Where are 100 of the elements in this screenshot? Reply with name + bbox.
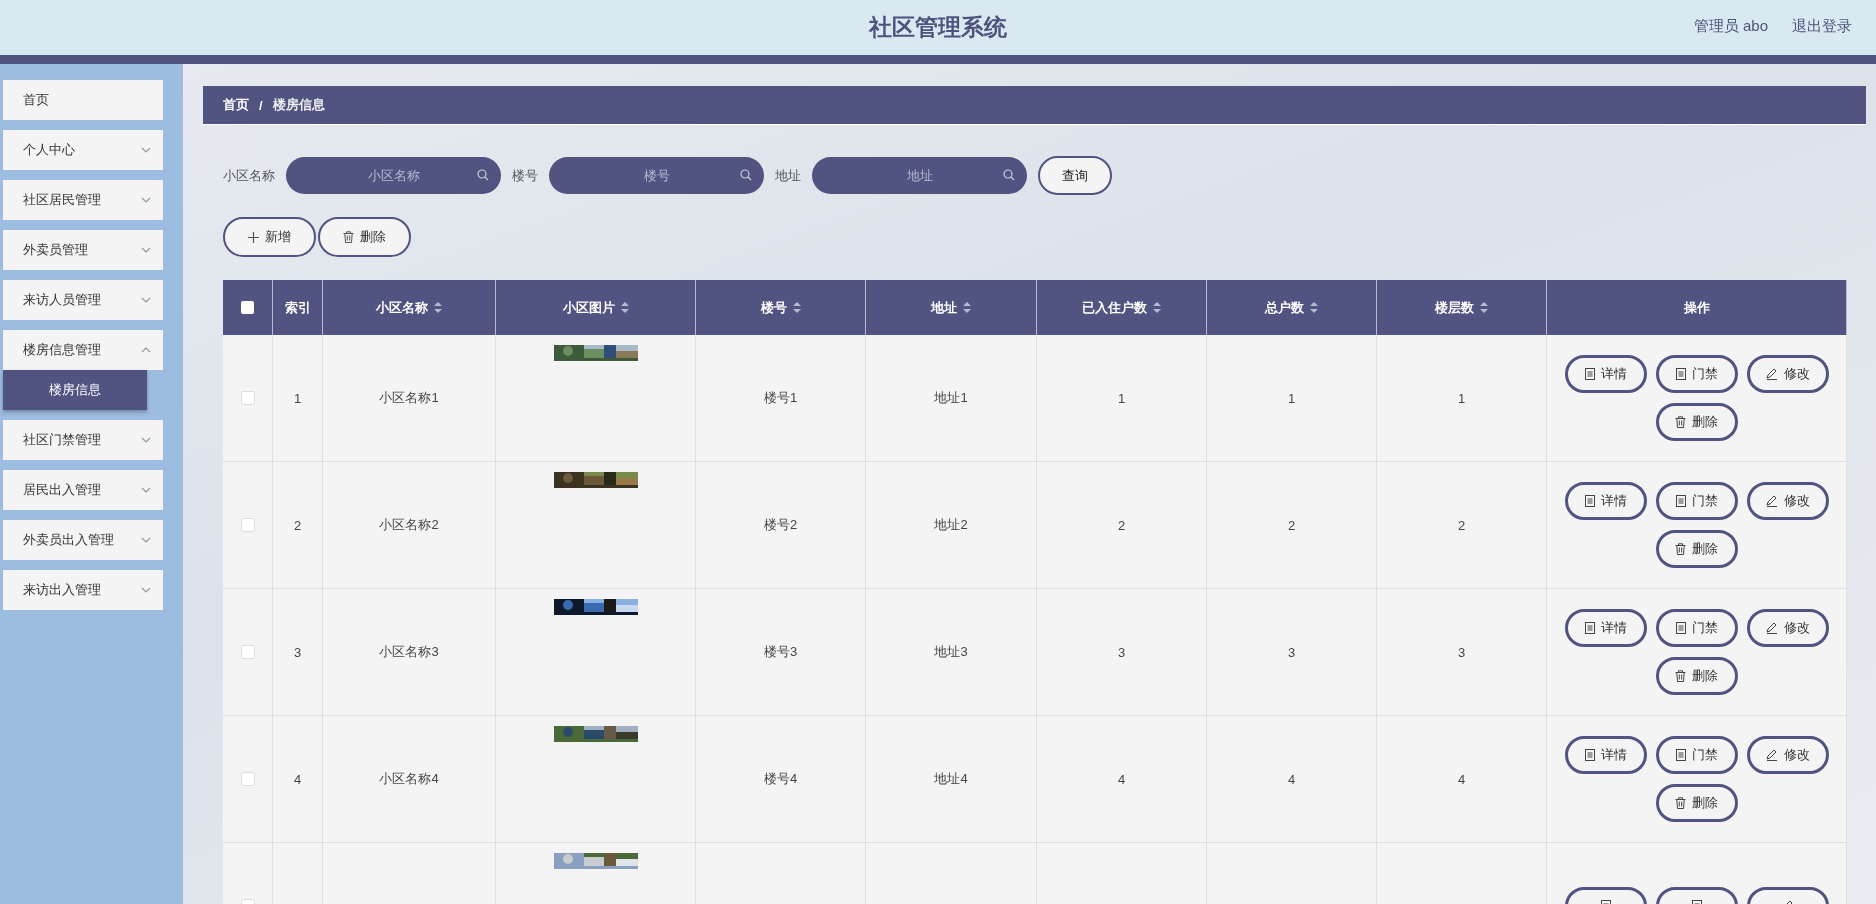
document-button[interactable]: 详情 xyxy=(1564,609,1647,647)
document-button[interactable]: 详情 xyxy=(1564,482,1647,520)
table-cell: 1 xyxy=(1377,335,1547,462)
sort-icon[interactable] xyxy=(792,302,801,313)
table-cell: 3 xyxy=(1207,589,1377,716)
sort-icon[interactable] xyxy=(963,302,971,313)
trash-icon xyxy=(1675,670,1686,682)
table-cell: 地址2 xyxy=(866,462,1037,589)
table-cell: 楼号4 xyxy=(696,716,866,843)
document-button[interactable]: 详情 xyxy=(1564,355,1647,393)
trash-icon xyxy=(1675,797,1686,809)
pencil-icon xyxy=(1765,368,1778,380)
table-cell: 2 xyxy=(273,462,323,589)
menu-item[interactable]: 外卖员管理 xyxy=(3,230,163,270)
chevron-icon xyxy=(141,347,151,353)
document-icon xyxy=(1584,622,1595,634)
document-icon xyxy=(1675,495,1686,507)
document-button[interactable]: 详情 xyxy=(1564,736,1647,774)
sort-icon[interactable] xyxy=(434,302,442,313)
breadcrumb-item[interactable]: 首页 xyxy=(223,96,249,114)
table-cell: 小区名称1 xyxy=(323,335,496,462)
table-cell: 小区名称2 xyxy=(323,462,496,589)
row-checkbox[interactable] xyxy=(240,645,255,659)
header-label: 操作 xyxy=(1683,298,1710,317)
edit-button[interactable]: 修改 xyxy=(1746,736,1829,774)
menu-item[interactable]: 来访人员管理 xyxy=(3,280,163,320)
add-button[interactable]: 新增 xyxy=(223,217,316,257)
search-field[interactable]: 地址 xyxy=(812,157,1027,194)
menu-item[interactable]: 外卖员出入管理 xyxy=(3,520,163,560)
search-field[interactable]: 小区名称 xyxy=(286,157,501,194)
chevron-icon xyxy=(141,537,151,543)
table-cell: 1 xyxy=(273,335,323,462)
submenu-item[interactable]: 楼房信息 xyxy=(3,370,147,410)
document-button[interactable]: 门禁 xyxy=(1655,609,1738,647)
delete-button[interactable]: 删除 xyxy=(1655,657,1738,695)
delete-button[interactable]: 删除 xyxy=(318,217,411,257)
chevron-icon xyxy=(141,437,151,443)
document-button[interactable]: 门禁 xyxy=(1655,355,1738,393)
field-label: 小区名称 xyxy=(223,166,275,185)
header-label: 已入住户数 xyxy=(1082,298,1147,317)
logout-link[interactable]: 退出登录 xyxy=(1792,17,1852,36)
header-label: 楼号 xyxy=(760,298,787,317)
header-label: 总户数 xyxy=(1265,298,1304,317)
pencil-icon xyxy=(1765,622,1778,634)
chevron-icon xyxy=(141,487,151,493)
trash-icon xyxy=(1675,543,1686,555)
table-cell: 3 xyxy=(1377,589,1547,716)
row-checkbox[interactable] xyxy=(240,391,255,405)
table-cell: 3 xyxy=(1037,589,1207,716)
row-checkbox[interactable] xyxy=(240,772,255,786)
table-cell: 1 xyxy=(1207,335,1377,462)
menu-item[interactable]: 楼房信息管理 xyxy=(3,330,163,370)
menu-item[interactable]: 个人中心 xyxy=(3,130,163,170)
document-icon xyxy=(1675,749,1686,761)
chevron-icon xyxy=(141,197,151,203)
user-label: 管理员 abo xyxy=(1693,17,1768,36)
table-cell: 楼号1 xyxy=(696,335,866,462)
menu-item[interactable]: 社区居民管理 xyxy=(3,180,163,220)
chevron-icon xyxy=(141,297,151,303)
edit-button[interactable]: 修改 xyxy=(1746,355,1829,393)
search-field[interactable]: 楼号 xyxy=(549,157,764,194)
sort-icon[interactable] xyxy=(1310,302,1318,313)
select-all-checkbox[interactable] xyxy=(241,301,254,314)
header-label: 小区名称 xyxy=(376,298,428,317)
query-button[interactable]: 查询 xyxy=(1038,156,1112,195)
table-cell: 4 xyxy=(1037,716,1207,843)
row-checkbox[interactable] xyxy=(240,518,255,532)
menu-item[interactable]: 来访出入管理 xyxy=(3,570,163,610)
menu-item[interactable]: 社区门禁管理 xyxy=(3,420,163,460)
edit-button[interactable]: 修改 xyxy=(1746,482,1829,520)
header-label: 小区图片 xyxy=(562,298,615,317)
sort-icon[interactable] xyxy=(620,302,629,313)
table-cell: 2 xyxy=(1377,462,1547,589)
sort-icon[interactable] xyxy=(1153,302,1161,313)
delete-button[interactable]: 删除 xyxy=(1655,784,1738,822)
document-icon xyxy=(1675,622,1686,634)
table-cell: 3 xyxy=(273,589,323,716)
document-icon xyxy=(1584,749,1595,761)
search-icon xyxy=(477,169,489,181)
table-cell: 楼号3 xyxy=(696,589,866,716)
search-icon xyxy=(740,169,752,181)
menu-item[interactable]: 居民出入管理 xyxy=(3,470,163,510)
table-cell: 地址4 xyxy=(866,716,1037,843)
table-cell: 4 xyxy=(1377,716,1547,843)
delete-button[interactable]: 删除 xyxy=(1655,530,1738,568)
table-cell: 4 xyxy=(273,716,323,843)
menu-item[interactable]: 首页 xyxy=(3,80,163,120)
table-cell: 地址3 xyxy=(866,589,1037,716)
document-icon xyxy=(1675,368,1686,380)
document-icon xyxy=(1584,495,1595,507)
table-cell: 小区名称4 xyxy=(323,716,496,843)
document-button[interactable]: 门禁 xyxy=(1655,482,1738,520)
edit-button[interactable]: 修改 xyxy=(1746,609,1829,647)
field-label: 地址 xyxy=(775,166,801,185)
header-label: 地址 xyxy=(931,298,957,317)
document-button[interactable]: 门禁 xyxy=(1655,736,1738,774)
sort-icon[interactable] xyxy=(1480,302,1488,313)
chevron-icon xyxy=(141,147,151,153)
document-icon xyxy=(1584,368,1595,380)
delete-button[interactable]: 删除 xyxy=(1655,403,1738,441)
